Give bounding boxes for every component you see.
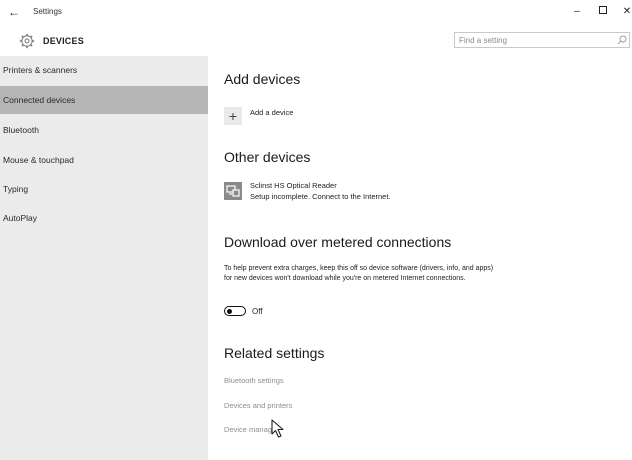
sidebar-item-bluetooth[interactable]: Bluetooth (0, 116, 208, 144)
window-title: Settings (33, 7, 62, 16)
sidebar-item-mouse-touchpad[interactable]: Mouse & touchpad (0, 146, 208, 174)
devices-printers-link[interactable]: Devices and printers (224, 401, 292, 410)
device-icon (224, 182, 242, 200)
toggle-knob (227, 308, 232, 314)
minimize-button[interactable]: – (566, 4, 588, 20)
search-box[interactable] (454, 32, 630, 48)
device-status: Setup incomplete. Connect to the Interne… (250, 192, 391, 201)
sidebar-item-typing[interactable]: Typing (0, 175, 208, 203)
add-device-button[interactable]: + Add a device (224, 103, 424, 133)
settings-window: ← Settings – ✕ DEVICES Printers & scan (0, 0, 632, 460)
other-devices-heading: Other devices (224, 149, 311, 165)
metered-toggle-row[interactable]: Off (224, 305, 324, 319)
sidebar-item-autoplay[interactable]: AutoPlay (0, 204, 208, 232)
sidebar-item-printers-scanners[interactable]: Printers & scanners (0, 56, 208, 84)
metered-toggle[interactable] (224, 306, 246, 316)
main-content: Add devices + Add a device Other devices… (208, 56, 632, 460)
maximize-icon (599, 6, 607, 15)
device-item[interactable]: Sclinst HS Optical Reader Setup incomple… (224, 181, 524, 209)
back-button[interactable]: ← (6, 4, 22, 20)
title-bar: ← Settings – ✕ (0, 0, 632, 26)
add-devices-heading: Add devices (224, 71, 301, 87)
close-button[interactable]: ✕ (616, 4, 632, 20)
bluetooth-settings-link[interactable]: Bluetooth settings (224, 376, 284, 385)
toggle-state-label: Off (252, 307, 263, 316)
search-icon[interactable] (617, 35, 627, 45)
plus-icon: + (224, 107, 242, 125)
metered-heading: Download over metered connections (224, 234, 452, 250)
search-input[interactable] (455, 33, 609, 47)
maximize-button[interactable] (592, 4, 614, 20)
gear-icon (19, 33, 35, 49)
page-header: DEVICES (0, 26, 632, 56)
device-name: Sclinst HS Optical Reader (250, 181, 337, 190)
metered-description: To help prevent extra charges, keep this… (224, 265, 494, 282)
related-settings-heading: Related settings (224, 345, 325, 361)
add-device-label: Add a device (250, 108, 294, 117)
sidebar-item-connected-devices[interactable]: Connected devices (0, 86, 208, 114)
page-title: DEVICES (43, 36, 84, 46)
sidebar: Printers & scanners Connected devices Bl… (0, 56, 208, 460)
mouse-cursor-icon (271, 419, 284, 438)
